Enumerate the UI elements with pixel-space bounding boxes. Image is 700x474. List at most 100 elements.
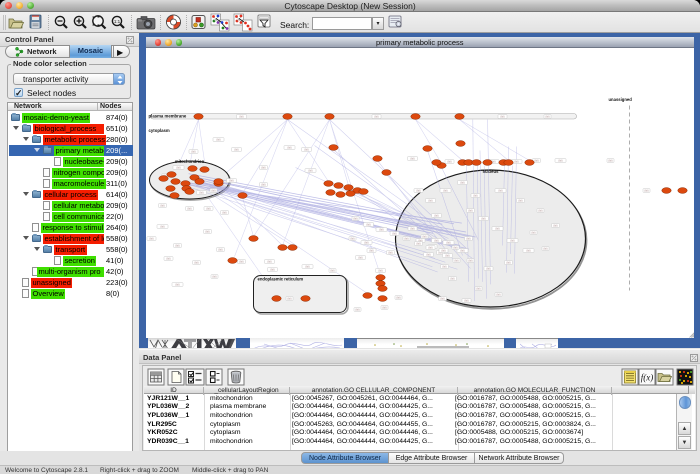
svg-text:(lbl): (lbl): [366, 222, 370, 226]
svg-text:(lbl): (lbl): [239, 114, 243, 118]
svg-text:(lbl): (lbl): [442, 264, 446, 268]
svg-text:(lbl): (lbl): [553, 223, 557, 227]
svg-text:(lbl): (lbl): [175, 243, 179, 247]
svg-text:endoplasmic reticulum: endoplasmic reticulum: [257, 276, 303, 281]
svg-text:(lbl): (lbl): [434, 238, 438, 242]
svg-text:(lbl): (lbl): [374, 114, 378, 118]
svg-text:(lbl): (lbl): [608, 158, 612, 162]
svg-text:(lbl): (lbl): [468, 208, 472, 212]
svg-text:(lbl): (lbl): [495, 226, 499, 230]
svg-text:(lbl): (lbl): [428, 245, 432, 249]
svg-text:(lbl): (lbl): [304, 147, 308, 151]
svg-text:(lbl): (lbl): [205, 229, 209, 233]
svg-text:(lbl): (lbl): [388, 250, 392, 254]
svg-text:f(x): f(x): [641, 373, 654, 383]
svg-text:(lbl): (lbl): [222, 210, 226, 214]
svg-text:(lbl): (lbl): [358, 255, 362, 259]
svg-text:(lbl): (lbl): [378, 268, 382, 272]
svg-text:(lbl): (lbl): [538, 208, 542, 212]
svg-text:(lbl): (lbl): [410, 226, 414, 230]
svg-text:(lbl): (lbl): [476, 286, 480, 290]
svg-text:(lbl): (lbl): [410, 156, 414, 160]
svg-text:(lbl): (lbl): [369, 248, 373, 252]
svg-text:cytoplasm: cytoplasm: [148, 128, 169, 133]
svg-text:(lbl): (lbl): [518, 198, 522, 202]
svg-text:(lbl): (lbl): [160, 203, 164, 207]
svg-text:(lbl): (lbl): [486, 266, 490, 270]
svg-text:(lbl): (lbl): [440, 296, 444, 300]
svg-text:(lbl): (lbl): [450, 276, 454, 280]
svg-text:(lbl): (lbl): [445, 253, 449, 257]
svg-text:(lbl): (lbl): [460, 180, 464, 184]
svg-text:(lbl): (lbl): [350, 236, 354, 240]
svg-text:(lbl): (lbl): [212, 274, 216, 278]
svg-text:(lbl): (lbl): [466, 236, 470, 240]
svg-text:(lbl): (lbl): [355, 307, 359, 311]
svg-text:(lbl): (lbl): [446, 240, 450, 244]
svg-text:(lbl): (lbl): [473, 193, 477, 197]
svg-text:(lbl): (lbl): [422, 234, 426, 238]
svg-text:(lbl): (lbl): [194, 260, 198, 264]
svg-text:(lbl): (lbl): [191, 149, 195, 153]
svg-text:(lbl): (lbl): [514, 159, 518, 163]
svg-text:(lbl): (lbl): [211, 188, 215, 192]
svg-text:(lbl): (lbl): [229, 178, 233, 182]
svg-text:(lbl): (lbl): [206, 206, 210, 210]
svg-text:(lbl): (lbl): [434, 213, 438, 217]
svg-text:(lbl): (lbl): [239, 259, 243, 263]
svg-text:(lbl): (lbl): [160, 224, 164, 228]
svg-text:(lbl): (lbl): [526, 248, 530, 252]
svg-text:(lbl): (lbl): [441, 248, 445, 252]
svg-text:(lbl): (lbl): [382, 305, 386, 309]
svg-text:(lbl): (lbl): [464, 298, 468, 302]
svg-text:(lbl): (lbl): [270, 267, 274, 271]
svg-text:(lbl): (lbl): [460, 248, 464, 252]
svg-text:(lbl): (lbl): [506, 260, 510, 264]
svg-text:(lbl): (lbl): [199, 190, 203, 194]
svg-text:(lbl): (lbl): [644, 188, 648, 192]
svg-text:(lbl): (lbl): [392, 231, 396, 235]
svg-text:(lbl): (lbl): [305, 264, 309, 268]
svg-text:(lbl): (lbl): [468, 258, 472, 262]
svg-text:(lbl): (lbl): [287, 296, 291, 300]
svg-text:(lbl): (lbl): [416, 241, 420, 245]
svg-text:(lbl): (lbl): [443, 188, 447, 192]
svg-text:(lbl): (lbl): [545, 114, 549, 118]
svg-text:(lbl): (lbl): [175, 282, 179, 286]
svg-text:(lbl): (lbl): [379, 227, 383, 231]
svg-text:(lbl): (lbl): [261, 165, 265, 169]
svg-text:(lbl): (lbl): [187, 206, 191, 210]
svg-text:(lbl): (lbl): [234, 147, 238, 151]
svg-text:nucleus: nucleus: [482, 169, 498, 174]
svg-text:(lbl): (lbl): [453, 245, 457, 249]
svg-text:1:1: 1:1: [114, 19, 121, 24]
svg-text:(lbl): (lbl): [308, 168, 312, 172]
svg-text:mitochondrion: mitochondrion: [174, 159, 204, 164]
svg-text:(lbl): (lbl): [364, 240, 368, 244]
svg-text:(lbl): (lbl): [498, 188, 502, 192]
svg-text:(lbl): (lbl): [558, 158, 562, 162]
svg-text:(lbl): (lbl): [447, 159, 451, 163]
svg-text:(lbl): (lbl): [496, 292, 500, 296]
svg-text:(lbl): (lbl): [416, 188, 420, 192]
svg-text:unassigned: unassigned: [608, 97, 632, 102]
svg-text:(lbl): (lbl): [218, 247, 222, 251]
svg-text:(lbl): (lbl): [267, 259, 271, 263]
svg-text:(lbl): (lbl): [404, 236, 408, 240]
svg-text:(lbl): (lbl): [176, 165, 180, 169]
svg-text:(lbl): (lbl): [534, 158, 538, 162]
svg-text:(lbl): (lbl): [428, 198, 432, 202]
svg-text:(lbl): (lbl): [216, 137, 220, 141]
svg-text:(lbl): (lbl): [261, 182, 265, 186]
svg-text:(lbl): (lbl): [330, 268, 334, 272]
svg-text:(lbl): (lbl): [149, 236, 153, 240]
svg-text:(lbl): (lbl): [353, 216, 357, 220]
svg-text:(lbl): (lbl): [166, 256, 170, 260]
svg-text:(lbl): (lbl): [531, 230, 535, 234]
svg-text:(lbl): (lbl): [426, 252, 430, 256]
svg-text:(lbl): (lbl): [481, 216, 485, 220]
svg-text:(lbl): (lbl): [287, 145, 291, 149]
svg-text:(lbl): (lbl): [510, 238, 514, 242]
svg-text:(lbl): (lbl): [454, 258, 458, 262]
svg-text:(lbl): (lbl): [396, 295, 400, 299]
